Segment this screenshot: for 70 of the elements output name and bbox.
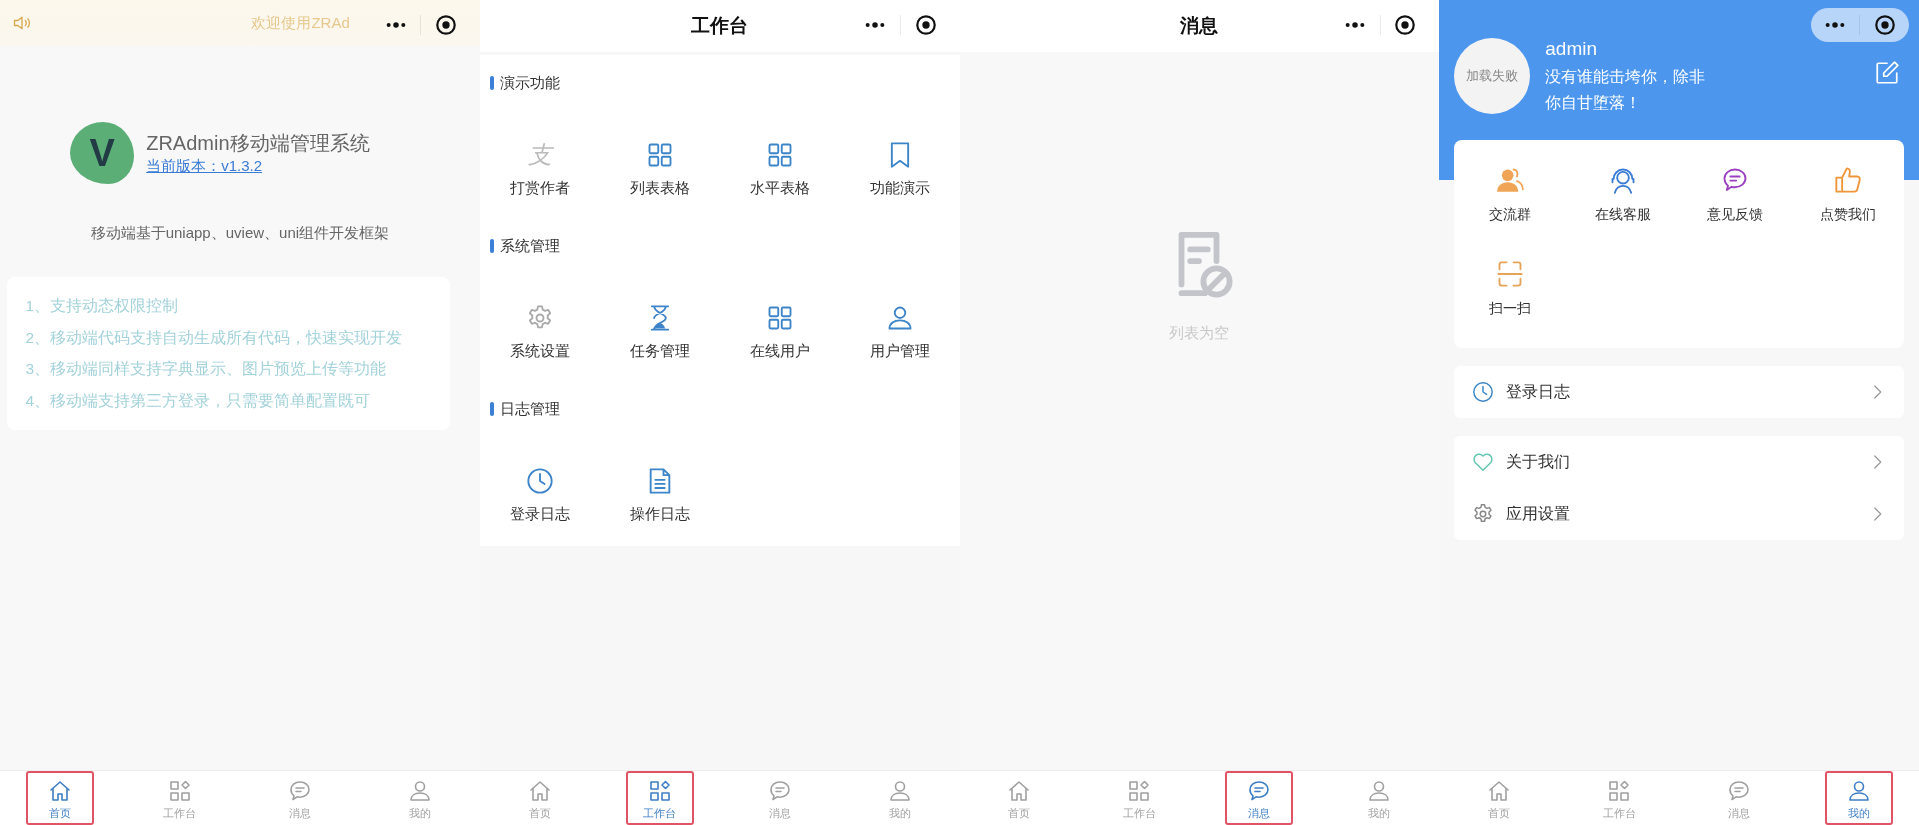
home-icon: [527, 779, 552, 803]
apps-icon: [1127, 779, 1152, 803]
tab-item[interactable]: 消息: [1225, 771, 1294, 825]
clock-icon: [1472, 381, 1495, 403]
section-marker: [489, 402, 494, 416]
target-icon[interactable]: [1394, 14, 1417, 36]
grid-item[interactable]: 系统设置: [479, 274, 600, 381]
page-title: 消息: [1180, 14, 1219, 38]
apps-icon: [1607, 779, 1632, 803]
grid-item[interactable]: 交流群: [1454, 140, 1567, 234]
avatar: 加载失败: [1454, 38, 1531, 114]
home-icon: [1487, 779, 1512, 803]
section-marker: [489, 239, 494, 253]
chat-bubble-icon: [1727, 779, 1752, 803]
chat-bubble-icon: [1247, 779, 1272, 803]
feature-text: 3、移动端同样支持字典显示、图片预览上传等功能: [25, 359, 387, 379]
page-title: 工作台: [691, 14, 749, 38]
user-icon: [887, 779, 912, 803]
settings-icon: [1472, 503, 1495, 525]
thumbs-up-icon: [1833, 166, 1862, 194]
edit-icon[interactable]: [1874, 60, 1900, 86]
section-marker: [489, 76, 494, 90]
grid-item[interactable]: 水平表格: [719, 111, 840, 218]
menu-item[interactable]: 应用设置: [1454, 488, 1904, 540]
feature-text: 2、移动端代码支持自动生成所有代码，快速实现开发: [25, 327, 403, 348]
people-icon: [1496, 166, 1525, 194]
grid-item[interactable]: 列表表格: [599, 111, 720, 218]
feature-text: 4、移动端支持第三方登录，只需要简单配置既可: [25, 390, 371, 411]
subtitle: 移动端基于uniapp、uview、uni组件开发框架: [90, 224, 390, 243]
grid-item[interactable]: 在线客服: [1566, 140, 1680, 234]
app-title: ZRAdmin移动端管理系统: [146, 131, 370, 156]
grid-item[interactable]: 在线用户: [719, 274, 840, 381]
clock-icon: [525, 467, 554, 495]
target-icon[interactable]: [1874, 14, 1897, 36]
target-icon[interactable]: [914, 14, 937, 36]
grid-item[interactable]: 扫一扫: [1454, 234, 1567, 328]
feature-text: 1、支持动态权限控制: [25, 296, 179, 316]
tab-item[interactable]: 我的: [1825, 771, 1894, 825]
menu-item[interactable]: 登录日志: [1454, 366, 1904, 418]
heart-icon: [1472, 451, 1495, 473]
target-icon[interactable]: [434, 14, 457, 36]
grid-item[interactable]: 用户管理: [839, 274, 960, 381]
grid-item[interactable]: 功能演示: [839, 111, 960, 218]
user-icon: [1847, 779, 1872, 803]
apps-icon: [167, 779, 192, 803]
user-icon: [407, 779, 432, 803]
section-title: 演示功能: [499, 73, 560, 93]
username: admin: [1545, 38, 1598, 60]
version-link[interactable]: 当前版本：v1.3.2: [146, 157, 263, 174]
grid-item[interactable]: 点赞我们: [1791, 140, 1904, 234]
motto-text: 没有谁能击垮你，除非你自甘堕落！: [1545, 67, 1707, 113]
scan-icon: [1496, 260, 1525, 288]
grid-item[interactable]: 意见反馈: [1679, 140, 1792, 234]
grid-item[interactable]: 登录日志: [479, 437, 600, 544]
tab-item[interactable]: 首页: [25, 771, 94, 825]
user-icon: [1367, 779, 1392, 803]
chat-bubble-icon: [287, 779, 312, 803]
home-icon: [1007, 779, 1032, 803]
section-title: 日志管理: [499, 399, 560, 419]
section-title: 系统管理: [499, 236, 560, 256]
grid-item[interactable]: 支 打赏作者: [479, 111, 600, 218]
home-icon: [47, 779, 72, 803]
tab-item[interactable]: 工作台: [625, 771, 694, 825]
apps-icon: [647, 779, 672, 803]
chat-bubble-icon: [767, 779, 792, 803]
grid-item[interactable]: 操作日志: [599, 437, 720, 544]
menu-item[interactable]: 关于我们: [1454, 436, 1904, 488]
notice-text: 欢迎使用ZRAd: [251, 13, 350, 33]
grid-item[interactable]: 任务管理: [599, 274, 720, 381]
app-logo: V: [70, 122, 135, 184]
